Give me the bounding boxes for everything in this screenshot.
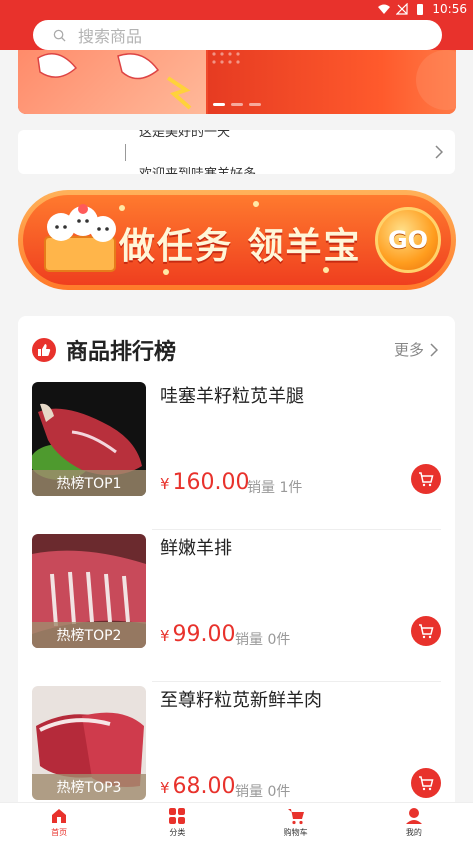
product-image: 热榜TOP3 <box>32 686 146 800</box>
carousel-dot <box>249 103 261 106</box>
product-name: 哇塞羊籽粒苋羊腿 <box>160 386 304 407</box>
add-to-cart-button[interactable] <box>411 768 441 798</box>
tab-label: 购物车 <box>283 828 308 837</box>
sheep-mascot-icon <box>44 204 116 272</box>
product-image: 热榜TOP1 <box>32 382 146 496</box>
status-bar: 10:56 <box>378 1 467 17</box>
top-header: 10:56 搜索商品 <box>0 0 473 50</box>
sparkle-decoration <box>163 269 169 275</box>
home-icon <box>52 809 67 823</box>
announcement-text: 这是美好的一天 <box>139 130 231 140</box>
currency-symbol: ¥ <box>160 779 170 797</box>
carousel-dot <box>213 103 225 106</box>
sales-count: 销量 0件 <box>235 784 291 800</box>
sparkle-decoration <box>119 205 125 211</box>
chevron-right-icon <box>430 342 438 357</box>
rank-tag: 热榜TOP3 <box>32 774 146 800</box>
carousel-dot <box>231 103 243 106</box>
ranking-header: 商品排行榜 更多 <box>18 316 455 378</box>
divider <box>125 144 126 161</box>
add-to-cart-button[interactable] <box>411 616 441 646</box>
price-value: 99.00 <box>172 622 236 647</box>
add-to-cart-button[interactable] <box>411 464 441 494</box>
ranking-title: 商品排行榜 <box>66 340 177 365</box>
product-name: 鲜嫩羊排 <box>160 538 232 559</box>
task-banner-title: 做任务 领羊宝 <box>119 226 362 267</box>
announcement-text: 欢迎来到哇塞羊好多 <box>139 163 256 174</box>
price-value: 160.00 <box>172 470 250 495</box>
product-item[interactable]: 热榜TOP2 鲜嫩羊排 ¥99.00 销量 0件 <box>18 530 455 682</box>
search-input[interactable]: 搜索商品 <box>33 20 442 50</box>
more-link[interactable]: 更多 <box>394 339 438 360</box>
tab-home[interactable]: 首页 <box>0 803 118 842</box>
banner-carousel[interactable] <box>18 50 456 114</box>
price-value: 68.00 <box>172 774 236 799</box>
product-price: ¥160.00 <box>160 470 250 495</box>
search-icon <box>53 29 66 42</box>
rank-tag: 热榜TOP1 <box>32 470 146 496</box>
sales-count: 销量 1件 <box>247 480 303 496</box>
wifi-icon <box>378 4 391 14</box>
status-time: 10:56 <box>432 2 467 16</box>
carousel-indicator <box>213 103 261 106</box>
go-button[interactable]: GO <box>375 207 441 273</box>
product-price: ¥99.00 <box>160 622 236 647</box>
cart-icon <box>419 776 434 791</box>
tab-label: 分类 <box>169 828 186 837</box>
product-item[interactable]: 热榜TOP1 哇塞羊籽粒苋羊腿 ¥160.00 销量 1件 <box>18 378 455 530</box>
search-placeholder: 搜索商品 <box>78 27 143 46</box>
battery-icon <box>417 4 424 15</box>
bottom-tab-bar: 首页 分类 购物车 我的 <box>0 802 473 842</box>
cart-icon <box>287 809 304 825</box>
no-signal-icon <box>396 3 409 15</box>
cart-icon <box>419 624 434 639</box>
tab-mine[interactable]: 我的 <box>355 803 473 842</box>
ranking-card: 商品排行榜 更多 热榜TOP1 哇塞羊籽粒苋羊腿 ¥160.00 销量 1件 热… <box>18 316 455 816</box>
rank-tag: 热榜TOP2 <box>32 622 146 648</box>
announcement-bar[interactable]: 这是美好的一天 欢迎来到哇塞羊好多 <box>18 130 455 174</box>
product-price: ¥68.00 <box>160 774 236 799</box>
sparkle-decoration <box>253 201 259 207</box>
more-label: 更多 <box>393 341 424 359</box>
category-icon <box>169 808 186 824</box>
currency-symbol: ¥ <box>160 627 170 645</box>
thumbs-up-icon <box>32 338 56 362</box>
cart-icon <box>419 472 434 487</box>
sales-count: 销量 0件 <box>235 632 291 648</box>
user-icon <box>405 808 422 824</box>
product-image: 热榜TOP2 <box>32 534 146 648</box>
banner-slide-image <box>18 50 206 114</box>
chevron-right-icon <box>435 145 443 159</box>
tab-category[interactable]: 分类 <box>118 803 236 842</box>
tab-label: 我的 <box>405 828 422 837</box>
product-item[interactable]: 热榜TOP3 至尊籽粒苋新鲜羊肉 ¥68.00 销量 0件 <box>18 682 455 816</box>
task-banner[interactable]: 做任务 领羊宝 GO <box>18 190 456 290</box>
currency-symbol: ¥ <box>160 475 170 493</box>
product-name: 至尊籽粒苋新鲜羊肉 <box>160 690 322 711</box>
tab-label: 首页 <box>51 828 68 837</box>
tab-cart[interactable]: 购物车 <box>237 803 355 842</box>
